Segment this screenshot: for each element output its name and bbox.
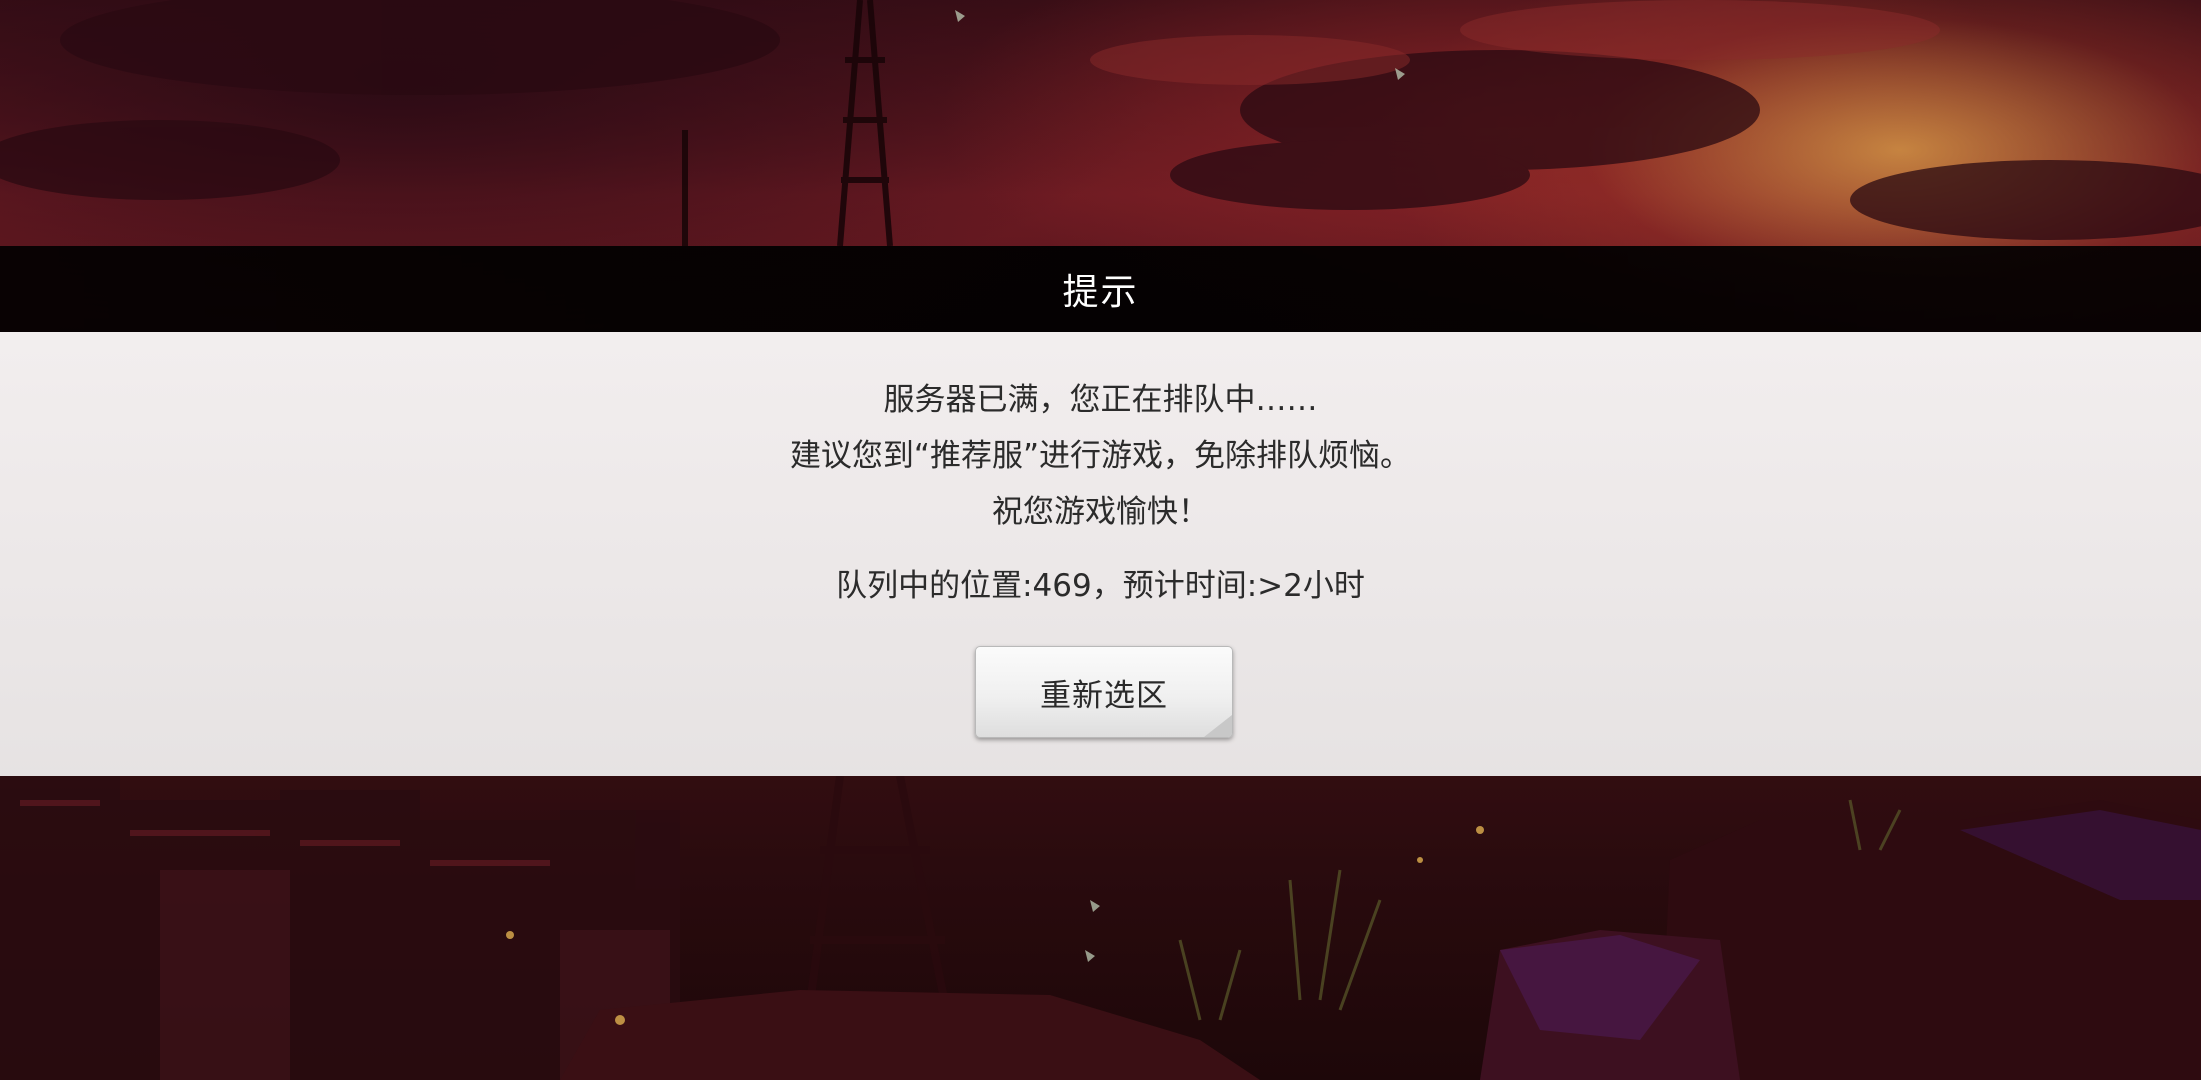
reselect-server-button[interactable]: 重新选区 [975,646,1233,738]
button-corner-decoration [1204,715,1232,737]
queue-status: 队列中的位置:469，预计时间:>2小时 [836,568,1365,604]
dialog-title-bar: 提示 [0,246,2201,332]
dialog-message: 服务器已满，您正在排队中…… 建议您到“推荐服”进行游戏，免除排队烦恼。 祝您游… [0,372,2201,540]
dialog-title: 提示 [1062,272,1139,313]
message-line-server-full: 服务器已满，您正在排队中…… [883,382,1318,418]
message-line-recommend: 建议您到“推荐服”进行游戏，免除排队烦恼。 [789,438,1412,474]
reselect-server-label: 重新选区 [1040,677,1168,714]
server-queue-dialog: 服务器已满，您正在排队中…… 建议您到“推荐服”进行游戏，免除排队烦恼。 祝您游… [0,332,2201,776]
message-line-greeting: 祝您游戏愉快！ [992,494,1209,530]
